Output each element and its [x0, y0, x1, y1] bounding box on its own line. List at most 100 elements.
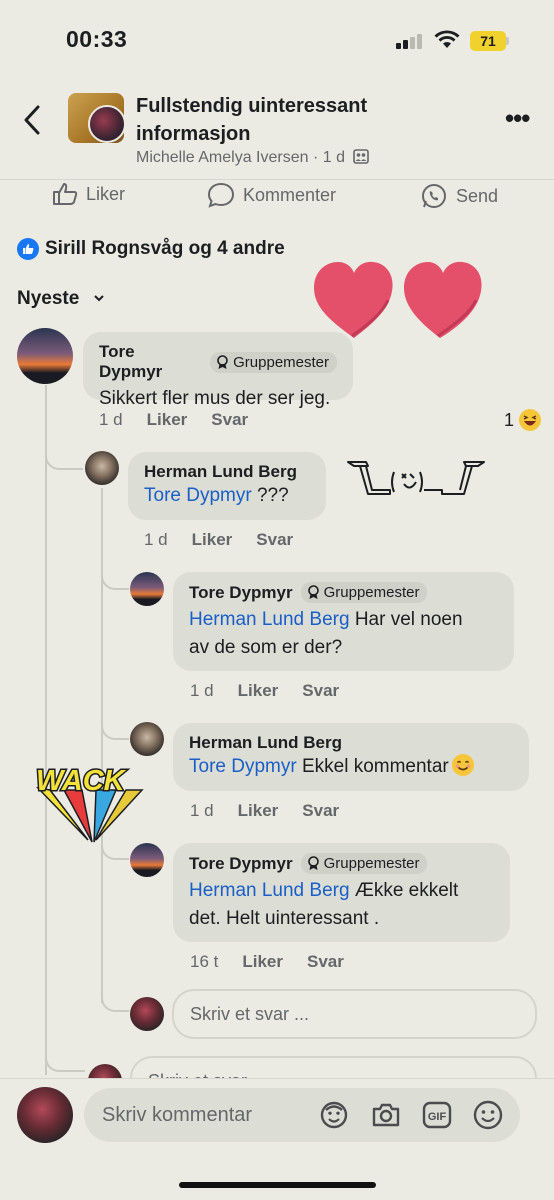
comment-reply-button[interactable]: Svar	[256, 530, 293, 550]
thread-connector	[45, 1040, 85, 1072]
mention-link[interactable]: Herman Lund Berg	[189, 609, 350, 630]
group-title[interactable]: Fullstendig uinteressant informasjon	[136, 92, 456, 148]
comment-meta: 1 d Liker Svar	[99, 410, 248, 430]
like-button[interactable]: Liker	[52, 182, 125, 206]
comment-bubble[interactable]: Herman Lund Berg Tore Dypmyr ???	[128, 452, 326, 520]
comment-reply-button[interactable]: Svar	[307, 952, 344, 972]
comment-reply-button[interactable]: Svar	[302, 681, 339, 701]
comment-reply-button[interactable]: Svar	[302, 801, 339, 821]
reaction-count: 1	[504, 409, 515, 430]
comment-bubble-icon	[207, 182, 235, 208]
comment-author[interactable]: Tore Dypmyr	[99, 342, 202, 382]
thread-connector	[45, 440, 83, 470]
mention-link[interactable]: Herman Lund Berg	[189, 880, 350, 901]
sort-dropdown[interactable]: Nyeste	[17, 288, 105, 310]
comment-age: 1 d	[190, 681, 214, 700]
avatar-sticker-icon[interactable]	[318, 1099, 350, 1131]
thread-line-main	[45, 385, 47, 1075]
reply-placeholder: Skriv et svar ...	[190, 1003, 310, 1024]
mention-link[interactable]: Tore Dypmyr	[189, 756, 297, 777]
comment-body: Har vel noen	[349, 609, 463, 630]
comment-author[interactable]: Herman Lund Berg	[144, 462, 297, 482]
comment-button[interactable]: Kommenter	[207, 182, 336, 208]
commenter-avatar[interactable]	[130, 722, 164, 756]
post-author[interactable]: Michelle Amelya Iversen	[136, 149, 309, 166]
thread-connector	[101, 980, 129, 1012]
comment-text-line2: det. Helt uinteressant .	[189, 908, 380, 929]
reactions-summary[interactable]: Sirill Rognsvåg og 4 andre	[17, 238, 285, 260]
comment-like-button[interactable]: Liker	[147, 410, 188, 430]
my-avatar	[130, 997, 164, 1031]
badge-label: Gruppemester	[233, 353, 329, 371]
comment-text: Tore Dypmyr ???	[144, 482, 310, 510]
author-avatar[interactable]	[88, 105, 126, 143]
group-expert-badge: Gruppemester	[210, 351, 337, 373]
wack-text: WACK	[36, 765, 127, 797]
shrug-sticker	[347, 461, 485, 495]
status-time: 00:33	[66, 26, 128, 52]
wifi-icon	[434, 30, 460, 48]
group-expert-badge: Gruppemester	[300, 582, 428, 603]
comment-text-line2: av de som er der?	[189, 637, 343, 658]
comment-like-button[interactable]: Liker	[192, 530, 233, 550]
back-button[interactable]	[22, 104, 42, 142]
wack-sticker: WACK	[35, 764, 144, 843]
reply-input[interactable]: Skriv et svar ...	[172, 989, 537, 1039]
comment-meta: 1 d Liker Svar	[190, 681, 339, 701]
chevron-left-icon	[24, 105, 40, 135]
comment-text: Sikkert fler mus der ser jeg.	[99, 388, 331, 409]
badge-label: Gruppemester	[323, 584, 420, 601]
comment-bubble[interactable]: Tore Dypmyr Gruppemester Sikkert fler mu…	[83, 332, 353, 409]
gif-icon[interactable]: GIF	[421, 1099, 453, 1131]
send-button[interactable]: Send	[420, 182, 498, 210]
comment-author[interactable]: Tore Dypmyr	[189, 854, 293, 874]
mention-link[interactable]: Tore Dypmyr	[144, 485, 252, 506]
comment-input-placeholder: Skriv kommentar	[102, 1104, 253, 1126]
thread-connector	[101, 560, 129, 590]
commenter-avatar[interactable]	[130, 843, 164, 877]
comment-meta: 16 t Liker Svar	[190, 952, 344, 972]
like-label: Liker	[86, 183, 126, 204]
meta-separator: ·	[312, 149, 323, 166]
comment-reply-button[interactable]: Svar	[211, 410, 248, 430]
commenter-avatar[interactable]	[130, 572, 164, 606]
emoji-icon[interactable]	[472, 1099, 504, 1131]
reactions-text: Sirill Rognsvåg og 4 andre	[45, 238, 285, 259]
more-options-button[interactable]: •••	[505, 103, 530, 134]
comment-like-button[interactable]: Liker	[238, 801, 279, 821]
post-meta: Michelle Amelya Iversen · 1 d	[136, 149, 370, 167]
commenter-avatar[interactable]	[85, 451, 119, 485]
comment-author[interactable]: Tore Dypmyr	[189, 583, 293, 603]
comment-text: Herman Lund Berg Har vel noen	[189, 606, 498, 634]
group-expert-badge: Gruppemester	[300, 853, 428, 874]
comment-meta: 1 d Liker Svar	[144, 530, 293, 550]
badge-label: Gruppemester	[323, 855, 420, 872]
comment-bubble[interactable]: Tore Dypmyr Gruppemester Herman Lund Ber…	[173, 843, 510, 942]
camera-icon[interactable]	[370, 1099, 402, 1131]
home-indicator[interactable]	[179, 1182, 376, 1188]
comment-bubble[interactable]: Tore Dypmyr Gruppemester Herman Lund Ber…	[173, 572, 514, 671]
comment-age: 16 t	[190, 952, 219, 971]
comment-like-button[interactable]: Liker	[238, 681, 279, 701]
group-privacy-icon	[353, 149, 370, 164]
comment-text: Herman Lund Berg Ække ekkelt	[189, 877, 494, 905]
heart-icon-left	[314, 261, 393, 338]
comment-age: 1 d	[99, 410, 123, 429]
medal-icon	[307, 856, 319, 870]
medal-icon	[217, 354, 228, 369]
comment-reactions[interactable]: 1	[504, 408, 542, 432]
comment-like-button[interactable]: Liker	[242, 952, 283, 972]
medal-icon	[307, 585, 319, 599]
comment-body: Ekkel kommentar	[296, 756, 449, 777]
comment-bubble[interactable]: Herman Lund Berg Tore Dypmyr Ekkel komme…	[173, 723, 529, 791]
comment-author[interactable]: Herman Lund Berg	[189, 733, 342, 753]
thumbs-up-icon	[53, 183, 78, 205]
commenter-avatar[interactable]	[17, 328, 73, 384]
my-avatar[interactable]	[17, 1087, 73, 1143]
comment-body: ???	[251, 485, 289, 506]
thread-connector	[101, 710, 129, 740]
whatsapp-icon	[422, 184, 446, 208]
chevron-down-icon	[93, 295, 104, 302]
comment-text: Tore Dypmyr Ekkel kommentar	[189, 753, 513, 781]
comment-age: 1 d	[190, 801, 214, 820]
